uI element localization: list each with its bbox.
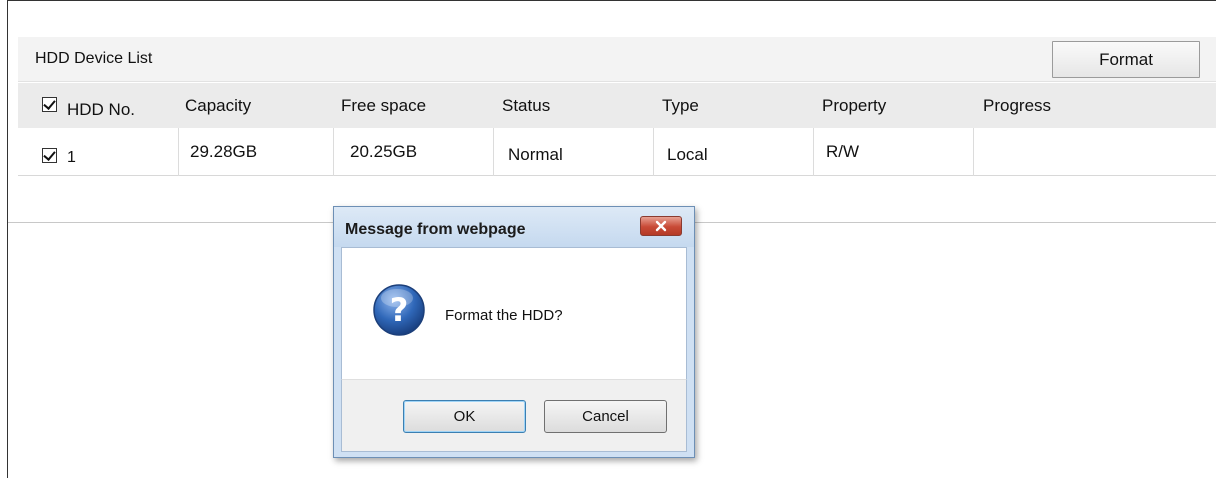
cell-free-space: 20.25GB: [350, 142, 418, 161]
column-header-hdd-no: HDD No.: [67, 100, 136, 119]
column-header-progress: Progress: [983, 96, 1052, 115]
column-divider: [813, 128, 814, 176]
dialog-message: Format the HDD?: [445, 307, 563, 324]
column-divider: [973, 128, 974, 176]
cell-property: R/W: [826, 142, 860, 161]
dialog-close-button[interactable]: [640, 216, 682, 236]
cell-hdd-no: 1: [67, 149, 76, 166]
dialog-title: Message from webpage: [345, 221, 526, 238]
format-button[interactable]: Format: [1052, 41, 1200, 78]
question-icon: ?: [370, 281, 428, 344]
svg-text:?: ?: [390, 291, 409, 329]
column-divider: [493, 128, 494, 176]
row-checkbox[interactable]: [42, 148, 57, 163]
panel-title: HDD Device List: [35, 50, 153, 67]
column-header-capacity: Capacity: [185, 96, 252, 115]
select-all-checkbox[interactable]: [42, 97, 57, 112]
cell-type: Local: [667, 145, 708, 164]
column-header-free-space: Free space: [341, 96, 427, 115]
cancel-button[interactable]: Cancel: [544, 400, 667, 433]
ok-button[interactable]: OK: [403, 400, 526, 433]
column-header-status: Status: [502, 96, 551, 115]
column-header-property: Property: [822, 96, 887, 115]
column-divider: [653, 128, 654, 176]
panel-header: [18, 37, 1216, 82]
message-dialog: Message from webpage ? Format the HDD? O…: [333, 206, 695, 458]
close-icon: [655, 220, 667, 232]
cell-capacity: 29.28GB: [190, 142, 258, 161]
column-header-type: Type: [662, 96, 699, 115]
column-divider: [333, 128, 334, 176]
column-divider: [178, 128, 179, 176]
cell-status: Normal: [508, 145, 563, 164]
